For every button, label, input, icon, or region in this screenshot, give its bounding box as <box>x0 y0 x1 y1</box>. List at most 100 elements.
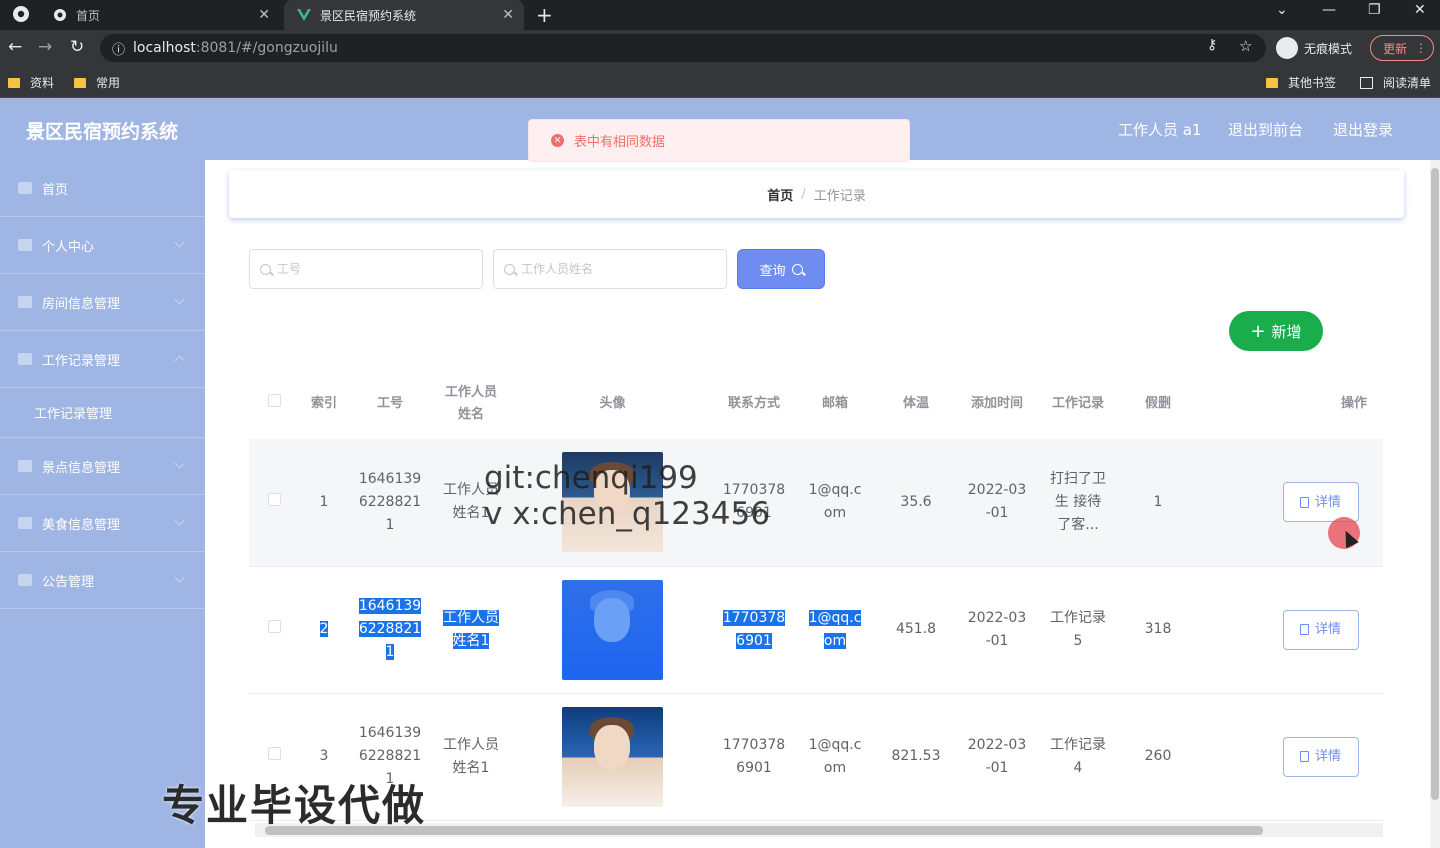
breadcrumb-home[interactable]: 首页 <box>767 185 793 204</box>
checkbox[interactable] <box>267 492 281 506</box>
chevron-down-icon <box>174 572 185 583</box>
sidebar-item-label: 景点信息管理 <box>42 460 121 476</box>
sidebar-item-rooms[interactable]: 房间信息管理 <box>0 274 205 331</box>
restore-icon[interactable]: ❐ <box>1368 2 1381 18</box>
logout-link[interactable]: 退出登录 <box>1333 119 1393 140</box>
chevron-down-icon <box>174 515 185 526</box>
column-header[interactable]: 邮箱 <box>794 368 876 439</box>
home-icon <box>18 182 32 194</box>
table-header-row: 索引 工号 工作人员 姓名 头像 联系方式 邮箱 体温 添加时间 工作记录 假删… <box>249 368 1383 439</box>
cell-email: 1@qq.c om <box>794 439 876 567</box>
tab-active[interactable]: 景区民宿预约系统 ✕ <box>284 0 524 30</box>
incognito-indicator[interactable]: 无痕模式 <box>1276 37 1352 59</box>
checkbox[interactable] <box>267 393 281 407</box>
tab-search-icon[interactable]: ⌄ <box>1276 2 1288 18</box>
sidebar-item-label: 美食信息管理 <box>42 517 121 533</box>
checkbox[interactable] <box>267 620 281 633</box>
detail-button[interactable]: 详情 <box>1282 482 1359 523</box>
avatar[interactable] <box>562 706 663 807</box>
sidebar-item-work-records[interactable]: 工作记录管理 <box>0 331 205 388</box>
reading-list-icon <box>1360 76 1373 89</box>
scrollbar-thumb[interactable] <box>1431 168 1439 800</box>
sidebar-subitem-work-records[interactable]: 工作记录管理 <box>0 388 205 438</box>
food-icon <box>18 517 32 529</box>
user-name-link[interactable]: 工作人员 a1 <box>1118 119 1202 140</box>
sidebar-item-notices[interactable]: 公告管理 <box>0 552 205 609</box>
key-icon[interactable]: ⚷ <box>1207 37 1217 53</box>
reading-list[interactable]: 阅读清单 <box>1360 74 1431 91</box>
detail-button[interactable]: 详情 <box>1282 736 1359 777</box>
update-label: 更新 <box>1383 41 1408 56</box>
tab-home[interactable]: 首页 ✕ <box>40 0 280 30</box>
bookmark-folder[interactable]: 其他书签 <box>1266 74 1336 91</box>
column-header[interactable]: 头像 <box>511 368 714 439</box>
url-field[interactable]: ⓘ localhost:8081/#/gongzuojilu <box>100 34 1266 62</box>
reload-icon[interactable]: ↻ <box>70 37 84 57</box>
sidebar-item-label: 个人中心 <box>42 239 95 255</box>
chevron-down-icon <box>174 237 185 248</box>
add-button[interactable]: + 新增 <box>1229 311 1323 351</box>
column-header[interactable]: 假删 <box>1118 368 1198 439</box>
minimize-icon[interactable]: — <box>1322 2 1336 18</box>
name-search[interactable] <box>493 249 727 289</box>
sidebar-item-home[interactable]: 首页 <box>0 160 205 217</box>
forward-icon[interactable]: → <box>38 37 52 57</box>
cell-index: 2 <box>299 566 349 694</box>
avatar-face <box>594 724 630 769</box>
cell-gonghao: 1646139 6228821 1 <box>349 439 431 567</box>
column-header[interactable]: 操作 <box>1198 368 1383 439</box>
name-input[interactable] <box>521 262 701 276</box>
row-select[interactable] <box>249 439 299 567</box>
watermark-line: git:chenqi199 <box>484 460 698 496</box>
sidebar-item-label: 首页 <box>42 182 69 198</box>
column-header[interactable]: 工作人员 姓名 <box>431 368 511 439</box>
row-select[interactable] <box>249 566 299 694</box>
header-select-all[interactable] <box>249 368 299 439</box>
cell-index: 1 <box>299 439 349 567</box>
new-tab-icon[interactable]: + <box>536 3 553 27</box>
bookmark-label: 阅读清单 <box>1383 76 1432 90</box>
browser-logo-icon[interactable] <box>12 5 30 23</box>
column-header[interactable]: 工作记录 <box>1038 368 1118 439</box>
close-window-icon[interactable]: ✕ <box>1414 2 1426 18</box>
back-to-front-link[interactable]: 退出到前台 <box>1228 119 1303 140</box>
avatar[interactable] <box>562 579 663 680</box>
url-host: localhost <box>133 40 196 56</box>
column-header[interactable]: 体温 <box>876 368 956 439</box>
detail-button[interactable]: 详情 <box>1282 609 1359 650</box>
gonghao-search[interactable] <box>249 249 483 289</box>
sidebar-item-profile[interactable]: 个人中心 <box>0 217 205 274</box>
checkbox[interactable] <box>267 747 281 760</box>
sidebar-item-attractions[interactable]: 景点信息管理 <box>0 438 205 495</box>
cell-email: 1@qq.c om <box>794 566 876 694</box>
vertical-scrollbar[interactable] <box>1430 160 1440 848</box>
avatar-face <box>594 597 630 642</box>
sidebar-item-food[interactable]: 美食信息管理 <box>0 495 205 552</box>
column-header[interactable]: 索引 <box>299 368 349 439</box>
star-icon[interactable]: ☆ <box>1239 37 1252 55</box>
column-header[interactable]: 联系方式 <box>714 368 794 439</box>
tab-title: 首页 <box>76 8 101 23</box>
query-button[interactable]: 查询 <box>737 249 825 289</box>
back-icon[interactable]: ← <box>8 37 22 57</box>
cell-name: 工作人员 姓名1 <box>431 693 511 821</box>
room-icon <box>18 296 32 308</box>
address-bar: ← → ↻ ⓘ localhost:8081/#/gongzuojilu ⚷ ☆… <box>0 30 1440 66</box>
column-header[interactable]: 添加时间 <box>956 368 1038 439</box>
document-icon <box>1299 496 1309 508</box>
cell-avatar <box>511 693 714 821</box>
cell-name: 工作人员 姓名1 <box>431 566 511 694</box>
bookmark-folder[interactable]: 常用 <box>74 74 120 91</box>
bookmark-folder[interactable]: 资料 <box>8 74 54 91</box>
table-row[interactable]: 2 1646139 6228821 1 工作人员 姓名1 1770378 690… <box>249 566 1383 694</box>
cell-time: 2022-03 -01 <box>956 566 1038 694</box>
add-label: 新增 <box>1271 322 1302 341</box>
update-button[interactable]: 更新 ⋮ <box>1370 35 1434 61</box>
column-header[interactable]: 工号 <box>349 368 431 439</box>
more-icon[interactable]: ⋮ <box>1415 41 1427 55</box>
info-icon[interactable]: ⓘ <box>112 39 125 58</box>
close-tab-icon[interactable]: ✕ <box>258 7 270 23</box>
close-tab-icon[interactable]: ✕ <box>502 7 514 23</box>
gonghao-input[interactable] <box>277 262 457 276</box>
table-row[interactable]: 1 1646139 6228821 1 工作人员 姓名1 1770378 690… <box>249 439 1383 567</box>
